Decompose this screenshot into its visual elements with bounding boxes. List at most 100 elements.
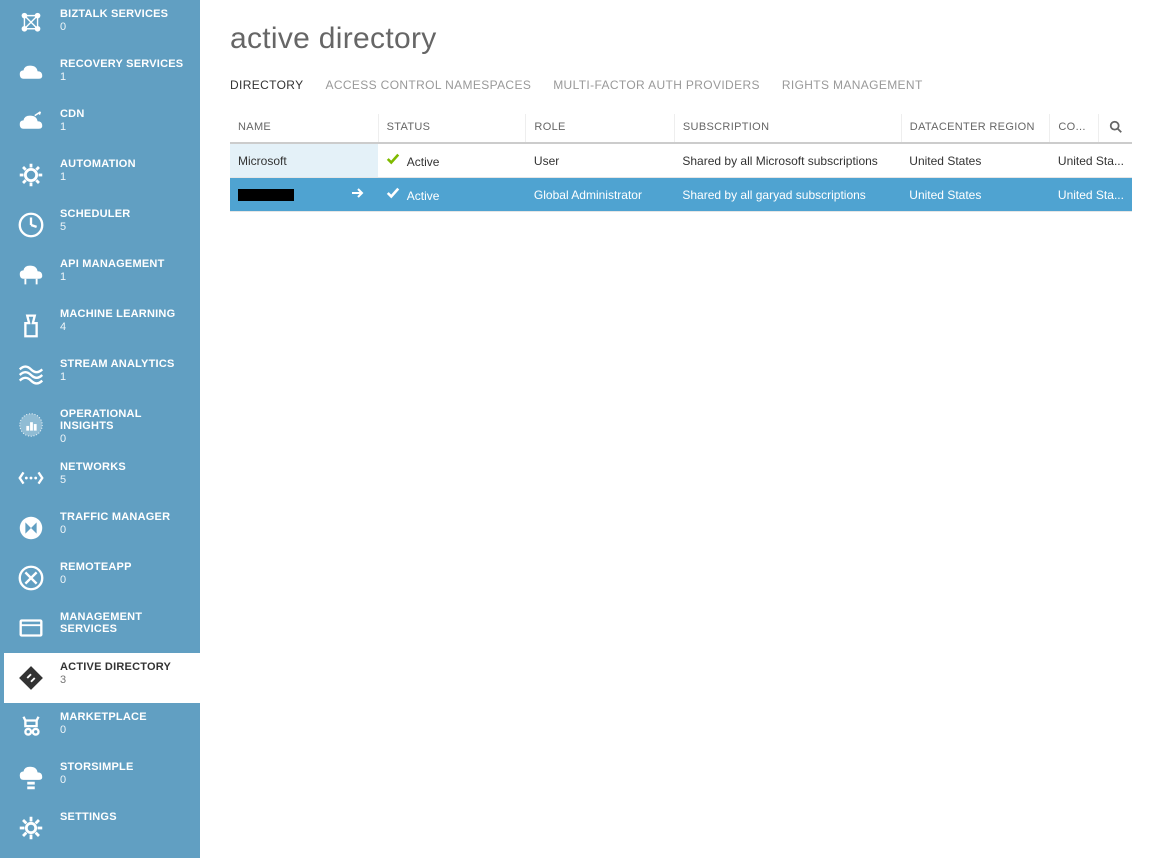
sidebar-item-count: 0 [60, 524, 170, 536]
sidebar-item-api[interactable]: API MANAGEMENT 1 [4, 250, 200, 300]
sidebar-item-count: 0 [60, 21, 168, 33]
automation-icon [14, 158, 48, 192]
check-icon [386, 152, 400, 166]
sidebar-item-label: RECOVERY SERVICES [60, 58, 183, 70]
sidebar-item-count: 1 [60, 171, 136, 183]
tab-access-control-namespaces[interactable]: ACCESS CONTROL NAMESPACES [325, 74, 531, 96]
main-content: active directory DIRECTORY ACCESS CONTROL… [200, 0, 1167, 858]
sidebar-item-count: 1 [60, 271, 165, 283]
col-status[interactable]: STATUS [378, 114, 526, 143]
redacted-name [238, 189, 294, 201]
sidebar-item-label: REMOTEAPP [60, 561, 132, 573]
sidebar-item-count: 3 [60, 674, 171, 686]
sidebar-item-label: OPERATIONAL INSIGHTS [60, 408, 194, 432]
col-region[interactable]: DATACENTER REGION [901, 114, 1050, 143]
sidebar-item-recovery[interactable]: RECOVERY SERVICES 1 [4, 50, 200, 100]
table-row[interactable]: Active Global Administrator Shared by al… [230, 178, 1132, 212]
sidebar-item-automation[interactable]: AUTOMATION 1 [4, 150, 200, 200]
row-name: Microsoft [238, 154, 287, 168]
cdn-icon [14, 108, 48, 142]
sidebar-item-count: 5 [60, 474, 126, 486]
sidebar-item-label: TRAFFIC MANAGER [60, 511, 170, 523]
recovery-icon [14, 58, 48, 92]
opins-icon [14, 408, 48, 442]
tab-multi-factor-auth-providers[interactable]: MULTI-FACTOR AUTH PROVIDERS [553, 74, 760, 96]
sidebar-item-label: NETWORKS [60, 461, 126, 473]
col-name[interactable]: NAME [230, 114, 378, 143]
networks-icon [14, 461, 48, 495]
sidebar-item-label: SCHEDULER [60, 208, 130, 220]
biztalk-icon [14, 8, 48, 42]
sidebar-item-count: 5 [60, 221, 130, 233]
api-icon [14, 258, 48, 292]
sidebar-item-remoteapp[interactable]: REMOTEAPP 0 [4, 553, 200, 603]
check-icon [386, 186, 400, 200]
storsimple-icon [14, 761, 48, 795]
tabs: DIRECTORY ACCESS CONTROL NAMESPACES MULTI-… [230, 74, 1132, 96]
sidebar-item-label: SETTINGS [60, 811, 117, 823]
sidebar-item-count: 1 [60, 371, 175, 383]
row-status: Active [407, 189, 440, 203]
scheduler-icon [14, 208, 48, 242]
stream-icon [14, 358, 48, 392]
arrow-right-icon[interactable] [350, 187, 366, 202]
remoteapp-icon [14, 561, 48, 595]
sidebar-item-label: CDN [60, 108, 85, 120]
row-country: United Sta... [1058, 154, 1124, 168]
sidebar-item-opins[interactable]: OPERATIONAL INSIGHTS 0 [4, 400, 200, 453]
sidebar-item-label: MACHINE LEARNING [60, 308, 175, 320]
sidebar-item-count: 4 [60, 321, 175, 333]
sidebar-item-count: 0 [60, 574, 132, 586]
sidebar-item-cdn[interactable]: CDN 1 [4, 100, 200, 150]
table-row[interactable]: Microsoft Active User Shared by all Micr… [230, 143, 1132, 178]
ad-icon [14, 661, 48, 695]
row-status: Active [407, 155, 440, 169]
traffic-icon [14, 511, 48, 545]
sidebar-item-label: STREAM ANALYTICS [60, 358, 175, 370]
sidebar-item-ad[interactable]: ACTIVE DIRECTORY 3 [4, 653, 200, 703]
col-search[interactable] [1099, 114, 1133, 143]
col-role[interactable]: ROLE [526, 114, 674, 143]
sidebar-item-count: 0 [60, 724, 147, 736]
sidebar-item-label: API MANAGEMENT [60, 258, 165, 270]
row-country: United Sta... [1058, 188, 1124, 202]
sidebar-item-stream[interactable]: STREAM ANALYTICS 1 [4, 350, 200, 400]
search-icon[interactable] [1107, 120, 1124, 134]
sidebar-item-label: STORSIMPLE [60, 761, 134, 773]
row-role: Global Administrator [534, 188, 642, 202]
sidebar-item-count: 0 [60, 433, 194, 445]
row-subscription: Shared by all garyad subscriptions [682, 188, 865, 202]
sidebar-item-count: 1 [60, 71, 183, 83]
sidebar-item-marketplace[interactable]: MARKETPLACE 0 [4, 703, 200, 753]
sidebar-item-biztalk[interactable]: BIZTALK SERVICES 0 [4, 0, 200, 50]
sidebar-item-scheduler[interactable]: SCHEDULER 5 [4, 200, 200, 250]
directory-table: NAME STATUS ROLE SUBSCRIPTION DATACENTER… [230, 114, 1132, 212]
ml-icon [14, 308, 48, 342]
sidebar-item-count: 0 [60, 774, 134, 786]
col-country[interactable]: CO... [1050, 114, 1099, 143]
sidebar-item-networks[interactable]: NETWORKS 5 [4, 453, 200, 503]
sidebar-item-mgmt[interactable]: MANAGEMENT SERVICES [4, 603, 200, 653]
marketplace-icon [14, 711, 48, 745]
mgmt-icon [14, 611, 48, 645]
sidebar-item-label: MARKETPLACE [60, 711, 147, 723]
page-title: active directory [230, 22, 1132, 56]
row-role: User [534, 154, 559, 168]
settings-icon [14, 811, 48, 845]
col-subscription[interactable]: SUBSCRIPTION [674, 114, 901, 143]
sidebar-item-storsimple[interactable]: STORSIMPLE 0 [4, 753, 200, 803]
tab-rights-management[interactable]: RIGHTS MANAGEMENT [782, 74, 923, 96]
row-region: United States [909, 188, 981, 202]
row-subscription: Shared by all Microsoft subscriptions [682, 154, 877, 168]
sidebar-item-label: MANAGEMENT SERVICES [60, 611, 194, 635]
sidebar-item-count: 1 [60, 121, 85, 133]
row-region: United States [909, 154, 981, 168]
sidebar-item-label: BIZTALK SERVICES [60, 8, 168, 20]
sidebar-item-ml[interactable]: MACHINE LEARNING 4 [4, 300, 200, 350]
table-header-row: NAME STATUS ROLE SUBSCRIPTION DATACENTER… [230, 114, 1132, 143]
sidebar-item-label: ACTIVE DIRECTORY [60, 661, 171, 673]
sidebar-item-label: AUTOMATION [60, 158, 136, 170]
sidebar-item-traffic[interactable]: TRAFFIC MANAGER 0 [4, 503, 200, 553]
sidebar-item-settings[interactable]: SETTINGS [4, 803, 200, 853]
tab-directory[interactable]: DIRECTORY [230, 74, 303, 96]
